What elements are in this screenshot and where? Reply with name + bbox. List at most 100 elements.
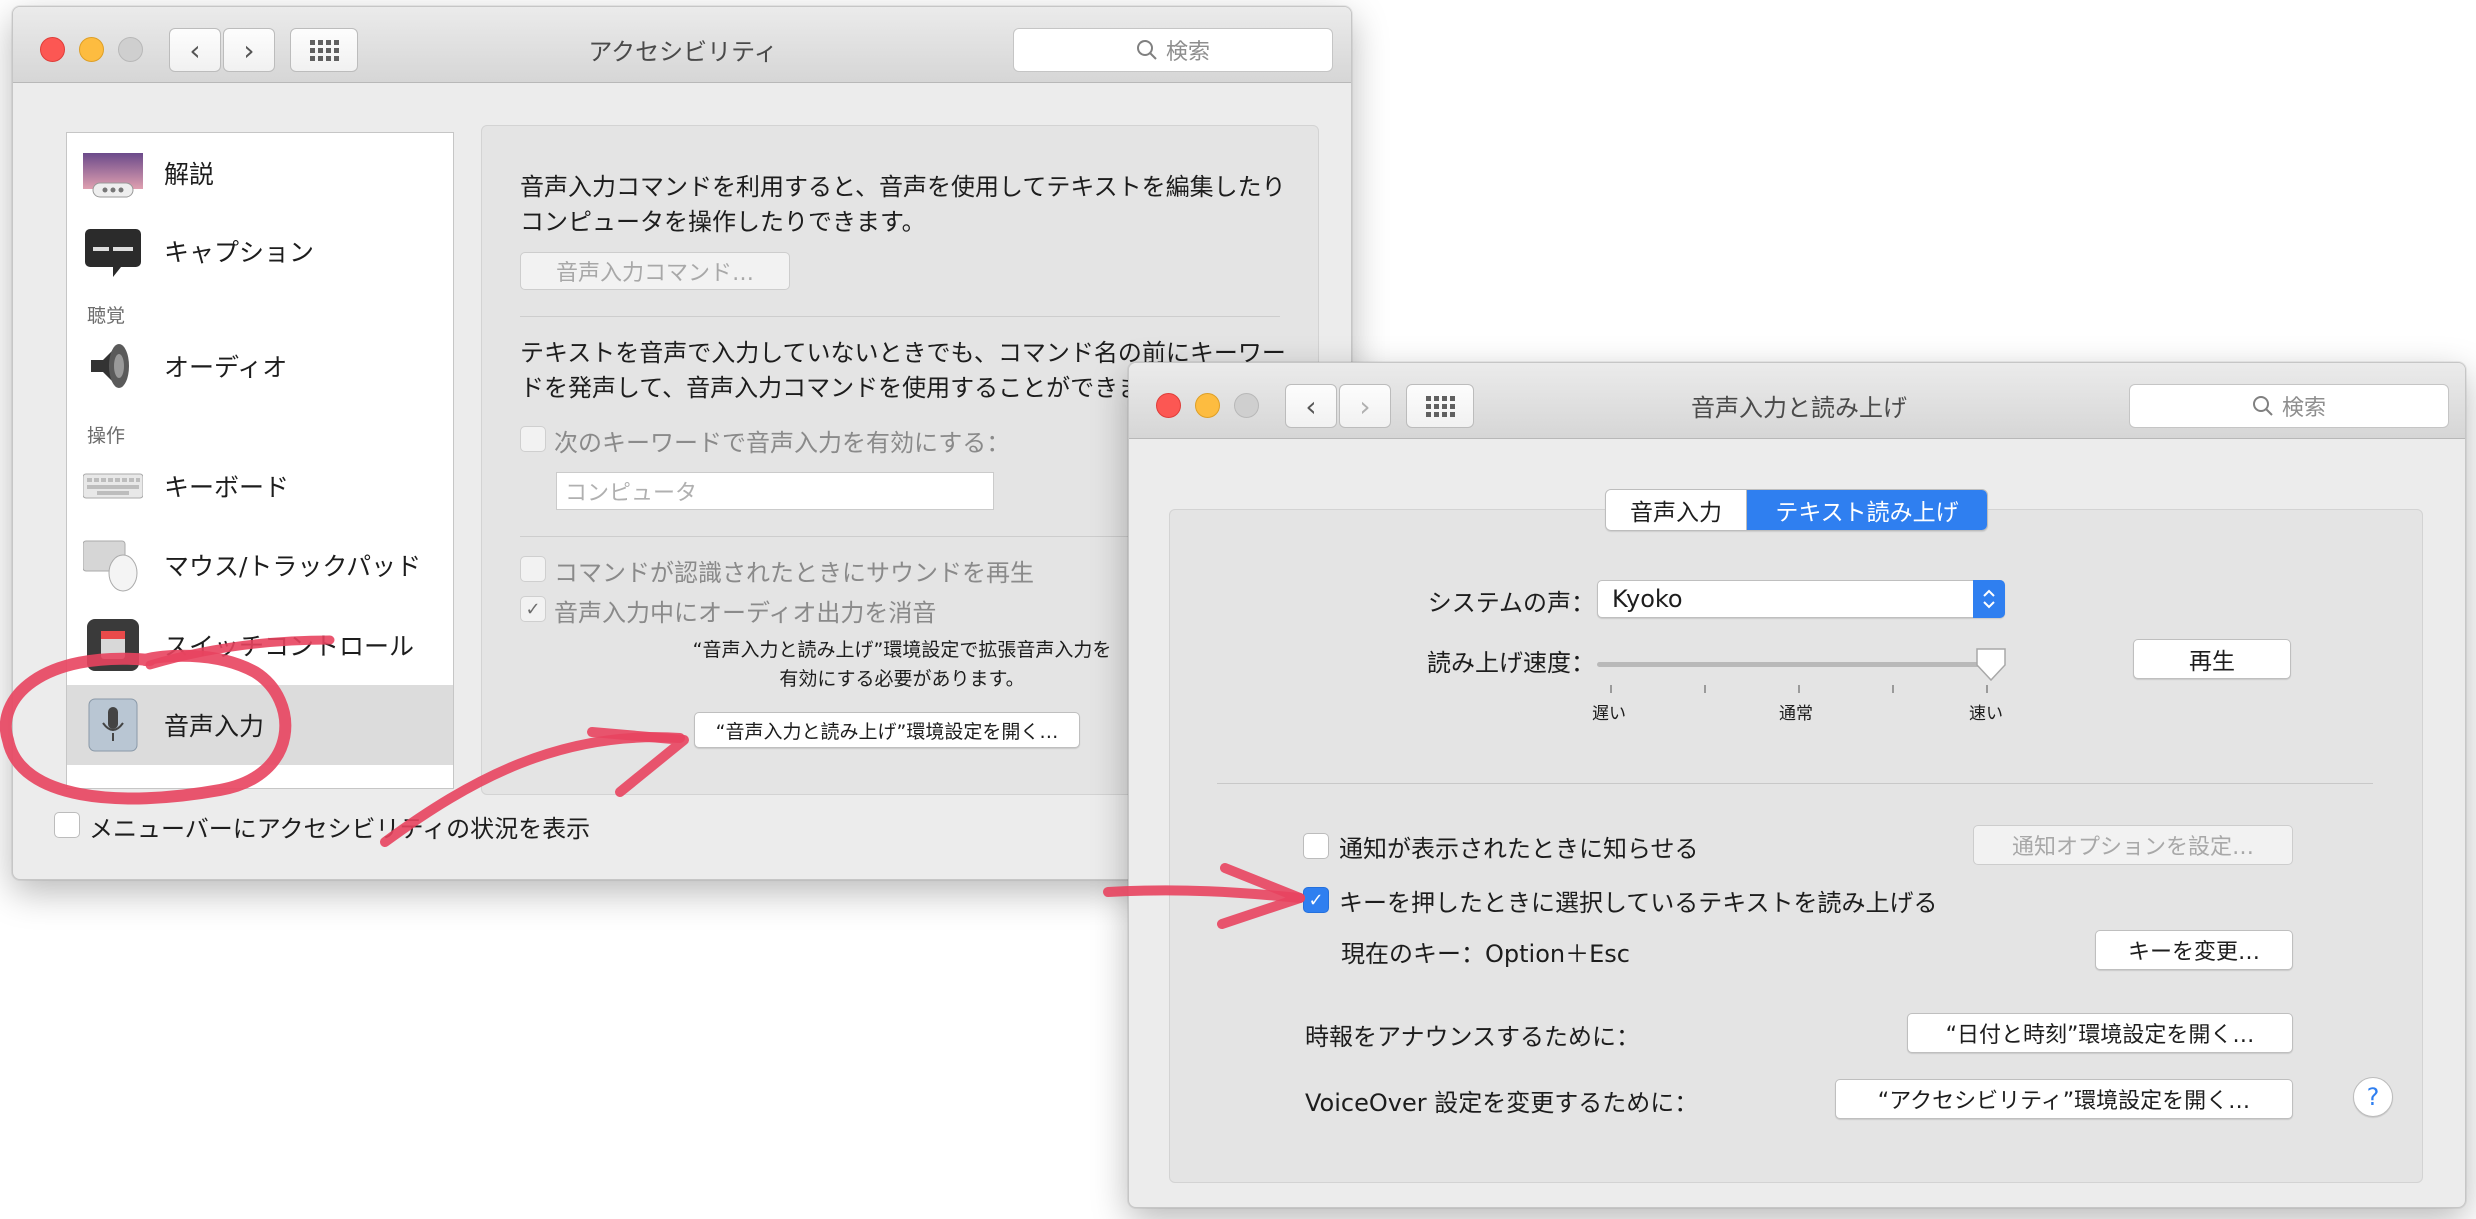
sidebar-item-label: キャプション	[164, 238, 315, 267]
sound-checkbox[interactable]	[520, 556, 546, 582]
system-voice-popup[interactable]: Kyoko	[1597, 580, 2005, 618]
speaking-rate-slider[interactable]	[1597, 662, 1993, 667]
keyword-field[interactable]: コンピュータ	[556, 472, 994, 510]
divider	[1217, 783, 2373, 784]
tab-text-to-speech[interactable]: テキスト読み上げ	[1747, 490, 1987, 530]
sidebar-item-label: キーボード	[164, 473, 290, 502]
voiceover-label: VoiceOver 設定を変更するために：	[1305, 1089, 1699, 1117]
announce-time-label: 時報をアナウンスするために：	[1305, 1023, 1641, 1051]
open-dictation-prefs-button[interactable]: “音声入力と読み上げ”環境設定を開く…	[694, 712, 1080, 748]
intro-text-line2: コンピュータを操作したりできます。	[520, 208, 926, 236]
rate-tick-slow: 遅い	[1592, 704, 1626, 724]
speaking-rate-label: 読み上げ速度：	[1427, 649, 1595, 677]
system-voice-value: Kyoko	[1612, 585, 1683, 613]
back-button[interactable]: ‹	[1285, 384, 1337, 428]
slider-tick	[1610, 685, 1612, 693]
keyword-text-line2: ドを発声して、音声入力コマンドを使用することができます	[520, 374, 1167, 402]
category-hearing: 聴覚	[87, 305, 126, 327]
chevron-right-icon: ›	[1359, 389, 1371, 423]
slider-tick	[1798, 685, 1800, 693]
dictation-speech-window: ‹ › 音声入力と読み上げ 検索 音声入力 テキスト読み上げ システムの声： K…	[1128, 362, 2466, 1208]
menubar-status-label: メニューバーにアクセシビリティの状況を表示	[89, 815, 591, 843]
sidebar-item-mouse[interactable]: マウス/トラックパッド	[67, 525, 453, 605]
current-key-text: 現在のキー：Option＋Esc	[1341, 940, 1630, 968]
sidebar-item-label: 解説	[164, 160, 215, 189]
speaker-icon	[91, 344, 129, 388]
category-interaction: 操作	[87, 425, 126, 447]
sidebar: 解説 キャプション 聴覚 オーディオ 操作 キーボード マウス/トラックパッド …	[66, 132, 454, 789]
titlebar: ‹ › アクセシビリティ 検索	[13, 7, 1351, 83]
slider-tick	[1986, 685, 1988, 693]
open-date-time-prefs-button[interactable]: “日付と時刻”環境設定を開く…	[1907, 1013, 2293, 1053]
chevron-right-icon: ›	[243, 33, 255, 67]
dictation-commands-button[interactable]: 音声入力コマンド…	[520, 252, 790, 290]
chevron-left-icon: ‹	[1305, 389, 1317, 423]
announce-notifications-checkbox[interactable]	[1303, 833, 1329, 859]
checkmark-icon: ✓	[1308, 889, 1324, 911]
search-field[interactable]: 検索	[2129, 384, 2449, 428]
minimize-button[interactable]	[79, 37, 104, 62]
minimize-button[interactable]	[1195, 393, 1220, 418]
description-icon	[83, 153, 143, 198]
window-title: 音声入力と読み上げ	[1691, 394, 1907, 422]
microphone-icon	[88, 698, 138, 752]
sidebar-item-captions[interactable]: キャプション	[67, 211, 453, 291]
open-accessibility-prefs-button[interactable]: “アクセシビリティ”環境設定を開く…	[1835, 1079, 2293, 1119]
grid-icon	[309, 39, 339, 61]
switch-control-icon	[87, 619, 139, 671]
sidebar-item-label: 音声入力	[164, 712, 265, 741]
sidebar-item-audio[interactable]: オーディオ	[67, 326, 453, 406]
play-button[interactable]: 再生	[2133, 639, 2291, 679]
keyword-checkbox[interactable]	[520, 426, 546, 452]
popup-arrows-icon	[1973, 580, 2005, 618]
divider	[520, 316, 1280, 317]
close-button[interactable]	[1156, 393, 1181, 418]
chevron-left-icon: ‹	[189, 33, 201, 67]
sidebar-item-keyboard[interactable]: キーボード	[67, 446, 453, 526]
speak-selected-text-checkbox[interactable]: ✓	[1303, 887, 1329, 913]
captions-icon	[85, 229, 141, 277]
grid-icon	[1425, 395, 1455, 417]
intro-text-line1: 音声入力コマンドを利用すると、音声を使用してテキストを編集したり	[520, 173, 1286, 201]
search-placeholder: 検索	[1165, 40, 1210, 65]
search-placeholder: 検索	[2281, 396, 2326, 421]
search-icon	[2252, 396, 2273, 416]
system-voice-label: システムの声：	[1427, 589, 1595, 617]
speak-selected-text-label: キーを押したときに選択しているテキストを読み上げる	[1339, 889, 1938, 917]
checkmark-icon: ✓	[525, 598, 541, 620]
keyword-checkbox-label: 次のキーワードで音声入力を有効にする：	[554, 429, 1011, 457]
zoom-button[interactable]	[1234, 393, 1259, 418]
search-field[interactable]: 検索	[1013, 28, 1333, 72]
sidebar-item-label: オーディオ	[164, 353, 288, 382]
sidebar-item-dictation[interactable]: 音声入力	[67, 685, 453, 765]
show-all-button[interactable]	[290, 28, 358, 72]
change-key-button[interactable]: キーを変更…	[2095, 930, 2293, 970]
forward-button[interactable]: ›	[223, 28, 275, 72]
sidebar-item-label: スイッチコントロール	[164, 632, 415, 661]
show-all-button[interactable]	[1406, 384, 1474, 428]
window-title: アクセシビリティ	[588, 38, 778, 66]
sidebar-item-description[interactable]: 解説	[67, 133, 453, 213]
mouse-icon	[83, 540, 138, 592]
slider-tick	[1704, 685, 1706, 693]
sidebar-item-switch-control[interactable]: スイッチコントロール	[67, 605, 453, 685]
help-button[interactable]: ?	[2353, 1077, 2393, 1117]
slider-knob[interactable]	[1974, 647, 2008, 683]
notification-options-button[interactable]: 通知オプションを設定…	[1973, 825, 2293, 865]
back-button[interactable]: ‹	[169, 28, 221, 72]
tab-switcher: 音声入力 テキスト読み上げ	[1605, 489, 1988, 531]
rate-tick-fast: 速い	[1969, 704, 2003, 724]
mute-checkbox-label: 音声入力中にオーディオ出力を消音	[554, 599, 937, 627]
zoom-button[interactable]	[118, 37, 143, 62]
search-icon	[1136, 40, 1157, 60]
mute-checkbox[interactable]: ✓	[520, 596, 546, 622]
sound-checkbox-label: コマンドが認識されたときにサウンドを再生	[554, 559, 1034, 587]
enhanced-note-line2: 有効にする必要があります。	[779, 668, 1025, 690]
menubar-status-checkbox[interactable]	[54, 812, 80, 838]
tab-dictation[interactable]: 音声入力	[1606, 490, 1747, 530]
titlebar: ‹ › 音声入力と読み上げ 検索	[1129, 363, 2465, 439]
rate-tick-normal: 通常	[1779, 704, 1813, 724]
enhanced-note-line1: “音声入力と読み上げ”環境設定で拡張音声入力を	[692, 639, 1112, 661]
forward-button[interactable]: ›	[1339, 384, 1391, 428]
close-button[interactable]	[40, 37, 65, 62]
